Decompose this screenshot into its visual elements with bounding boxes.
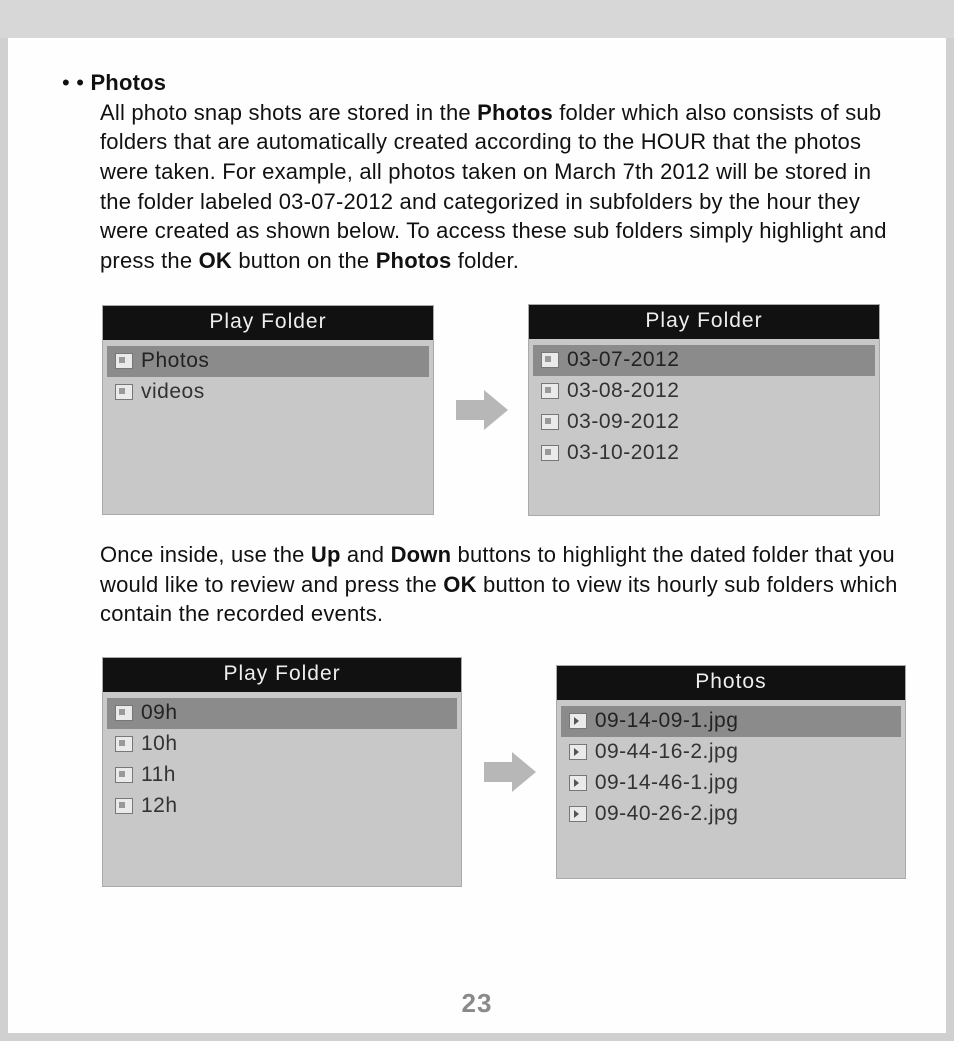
list-item[interactable]: 12h [107, 791, 457, 822]
panel-title: Play Folder [103, 306, 433, 340]
list-item[interactable]: 03-10-2012 [533, 438, 875, 469]
list-item[interactable]: 09-40-26-2.jpg [561, 799, 901, 830]
list-item-label: 09-14-09-1.jpg [595, 709, 739, 733]
bullet-prefix: • • [62, 70, 90, 95]
list-item[interactable]: 09-14-46-1.jpg [561, 768, 901, 799]
folder-icon [541, 445, 559, 461]
panel-title: Play Folder [529, 305, 879, 339]
section-heading: Photos [90, 70, 166, 95]
folder-icon [115, 798, 133, 814]
folder-icon [115, 384, 133, 400]
list-item-label: 09-14-46-1.jpg [595, 771, 739, 795]
folder-icon [115, 705, 133, 721]
list-item-label: 03-07-2012 [567, 348, 679, 372]
list-item[interactable]: 09h [107, 698, 457, 729]
folder-icon [541, 352, 559, 368]
list-item-label: videos [141, 380, 205, 404]
panel-play-folder-dates: Play Folder 03-07-2012 03-08-2012 03-09-… [528, 304, 880, 516]
list-item-label: 09h [141, 701, 178, 725]
list-item-label: 10h [141, 732, 178, 756]
file-icon [569, 744, 587, 760]
page-number: 23 [8, 988, 946, 1019]
folder-icon [115, 353, 133, 369]
file-icon [569, 775, 587, 791]
figure-row-2: Play Folder 09h 10h 11h [102, 657, 906, 887]
list-item[interactable]: 09-44-16-2.jpg [561, 737, 901, 768]
list-item-label: 12h [141, 794, 178, 818]
folder-icon [115, 767, 133, 783]
list-item[interactable]: 10h [107, 729, 457, 760]
list-item[interactable]: Photos [107, 346, 429, 377]
folder-icon [115, 736, 133, 752]
list-item[interactable]: 09-14-09-1.jpg [561, 706, 901, 737]
panel-photos-files: Photos 09-14-09-1.jpg 09-44-16-2.jpg 09-… [556, 665, 906, 879]
list-item-label: 11h [141, 763, 176, 787]
list-item-label: 09-40-26-2.jpg [595, 802, 739, 826]
list-item-label: 09-44-16-2.jpg [595, 740, 739, 764]
list-item-label: 03-10-2012 [567, 441, 679, 465]
list-item-label: 03-08-2012 [567, 379, 679, 403]
paragraph-2: Once inside, use the Up and Down buttons… [48, 540, 906, 629]
folder-icon [541, 383, 559, 399]
file-icon [569, 713, 587, 729]
folder-icon [541, 414, 559, 430]
panel-title: Photos [557, 666, 905, 700]
panel-title: Play Folder [103, 658, 461, 692]
list-item[interactable]: 03-07-2012 [533, 345, 875, 376]
list-item[interactable]: 03-09-2012 [533, 407, 875, 438]
list-item[interactable]: 03-08-2012 [533, 376, 875, 407]
arrow-icon [478, 748, 540, 796]
panel-play-folder-root: Play Folder Photos videos [102, 305, 434, 515]
paragraph-1: • • Photos All photo snap shots are stor… [48, 68, 906, 276]
arrow-icon [450, 386, 512, 434]
list-item-label: Photos [141, 349, 209, 373]
list-item-label: 03-09-2012 [567, 410, 679, 434]
file-icon [569, 806, 587, 822]
list-item[interactable]: 11h [107, 760, 457, 791]
figure-row-1: Play Folder Photos videos Play [102, 304, 906, 516]
panel-play-folder-hours: Play Folder 09h 10h 11h [102, 657, 462, 887]
list-item[interactable]: videos [107, 377, 429, 408]
